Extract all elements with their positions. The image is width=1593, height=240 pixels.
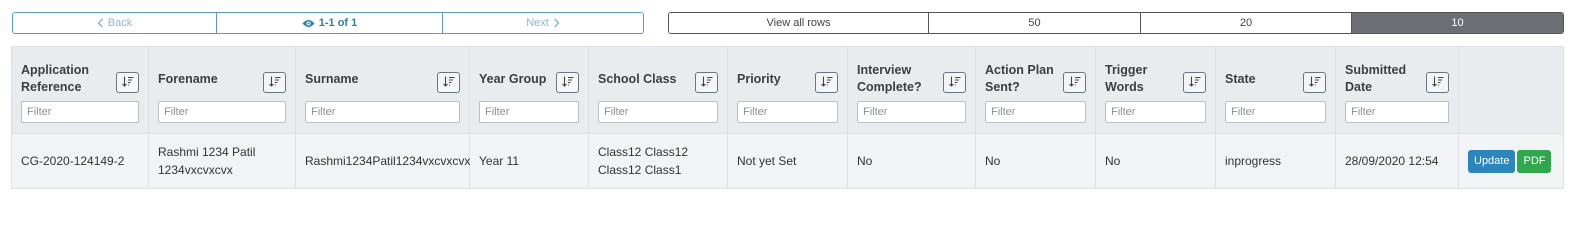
sort-button[interactable] [116, 72, 139, 93]
cell-school-class: Class12 Class12 Class12 Class1 [589, 134, 728, 188]
column-header-submitted-date: Submitted Date [1336, 47, 1459, 133]
column-header-school-class: School Class [589, 47, 728, 133]
column-header-actions [1459, 47, 1563, 133]
filter-input[interactable] [1105, 101, 1206, 123]
filter-input[interactable] [985, 101, 1086, 123]
cell-state: inprogress [1216, 134, 1336, 188]
page-indicator-label: 1-1 of 1 [318, 17, 358, 29]
column-title: School Class [598, 71, 677, 86]
pdf-button[interactable]: PDF [1517, 149, 1552, 173]
cell-submitted-date: 28/09/2020 12:54 [1336, 134, 1459, 188]
sort-amount-down-icon [1188, 76, 1201, 90]
sort-button[interactable] [815, 72, 838, 93]
column-header-trigger-words: Trigger Words [1096, 47, 1216, 133]
sort-amount-down-icon [948, 76, 961, 90]
back-button[interactable]: Back [13, 13, 216, 33]
column-title: Year Group [479, 71, 547, 86]
column-header-state: State [1216, 47, 1336, 133]
page-indicator: 1-1 of 1 [216, 13, 442, 33]
applications-table: Application Reference Forename Surname Y… [11, 46, 1564, 189]
page-size-all-button[interactable]: View all rows [669, 13, 928, 33]
sort-amount-down-icon [121, 76, 134, 90]
sort-button[interactable] [263, 72, 286, 93]
cell-forename: Rashmi 1234 Patil 1234vxcvxcvx [149, 134, 296, 188]
column-header-surname: Surname [296, 47, 470, 133]
cell-actions: Update PDF [1459, 134, 1563, 188]
column-header-application-reference: Application Reference [12, 47, 149, 133]
sort-button[interactable] [1303, 72, 1326, 93]
column-title: Interview Complete? [857, 63, 922, 94]
update-button[interactable]: Update [1468, 149, 1516, 173]
page-size-50-button[interactable]: 50 [928, 13, 1140, 33]
filter-input[interactable] [21, 101, 139, 123]
sort-button[interactable] [437, 72, 460, 93]
filter-input[interactable] [737, 101, 838, 123]
sort-amount-down-icon [1308, 76, 1321, 90]
sort-button[interactable] [1063, 72, 1086, 93]
filter-input[interactable] [857, 101, 966, 123]
column-header-forename: Forename [149, 47, 296, 133]
sort-amount-down-icon [442, 76, 455, 90]
cell-priority: Not yet Set [728, 134, 848, 188]
column-title: Priority [737, 71, 781, 86]
filter-input[interactable] [598, 101, 718, 123]
column-title: Forename [158, 71, 218, 86]
sort-amount-down-icon [268, 76, 281, 90]
filter-input[interactable] [158, 101, 286, 123]
sort-amount-down-icon [1068, 76, 1081, 90]
column-header-action-plan-sent: Action Plan Sent? [976, 47, 1096, 133]
sort-button[interactable] [695, 72, 718, 93]
cell-interview-complete: No [848, 134, 976, 188]
cell-action-plan-sent: No [976, 134, 1096, 188]
column-title: Trigger Words [1105, 63, 1148, 94]
sort-button[interactable] [1426, 72, 1449, 93]
column-header-interview-complete: Interview Complete? [848, 47, 976, 133]
column-title: Action Plan Sent? [985, 63, 1054, 94]
back-label: Back [107, 17, 133, 29]
chevron-right-icon [553, 18, 560, 28]
filter-input[interactable] [1345, 101, 1449, 123]
filter-input[interactable] [1225, 101, 1326, 123]
pagination-bar: Back 1-1 of 1 Next [12, 12, 644, 34]
sort-amount-down-icon [820, 76, 833, 90]
sort-button[interactable] [556, 72, 579, 93]
sort-button[interactable] [1183, 72, 1206, 93]
eye-icon [302, 19, 315, 28]
sort-amount-down-icon [561, 76, 574, 90]
column-header-year-group: Year Group [470, 47, 589, 133]
page-size-10-button[interactable]: 10 [1351, 13, 1563, 33]
chevron-left-icon [97, 18, 104, 28]
page-size-20-button[interactable]: 20 [1140, 13, 1351, 33]
column-header-priority: Priority [728, 47, 848, 133]
cell-year-group: Year 11 [470, 134, 589, 188]
page-size-selector: View all rows 50 20 10 [668, 12, 1564, 34]
filter-input[interactable] [479, 101, 579, 123]
next-label: Next [526, 17, 549, 29]
cell-surname: Rashmi1234Patil1234vxcvxcvx [296, 134, 470, 188]
sort-button[interactable] [943, 72, 966, 93]
sort-amount-down-icon [700, 76, 713, 90]
table-row[interactable]: CG-2020-124149-2 Rashmi 1234 Patil 1234v… [12, 133, 1563, 188]
column-title: Surname [305, 71, 359, 86]
column-title: Application Reference [21, 63, 90, 94]
sort-amount-down-icon [1431, 76, 1444, 90]
table-header-row: Application Reference Forename Surname Y… [12, 47, 1563, 133]
column-title: State [1225, 71, 1256, 86]
next-button[interactable]: Next [442, 13, 643, 33]
cell-application-reference: CG-2020-124149-2 [12, 134, 149, 188]
cell-trigger-words: No [1096, 134, 1216, 188]
column-title: Submitted Date [1345, 63, 1407, 94]
filter-input[interactable] [305, 101, 460, 123]
